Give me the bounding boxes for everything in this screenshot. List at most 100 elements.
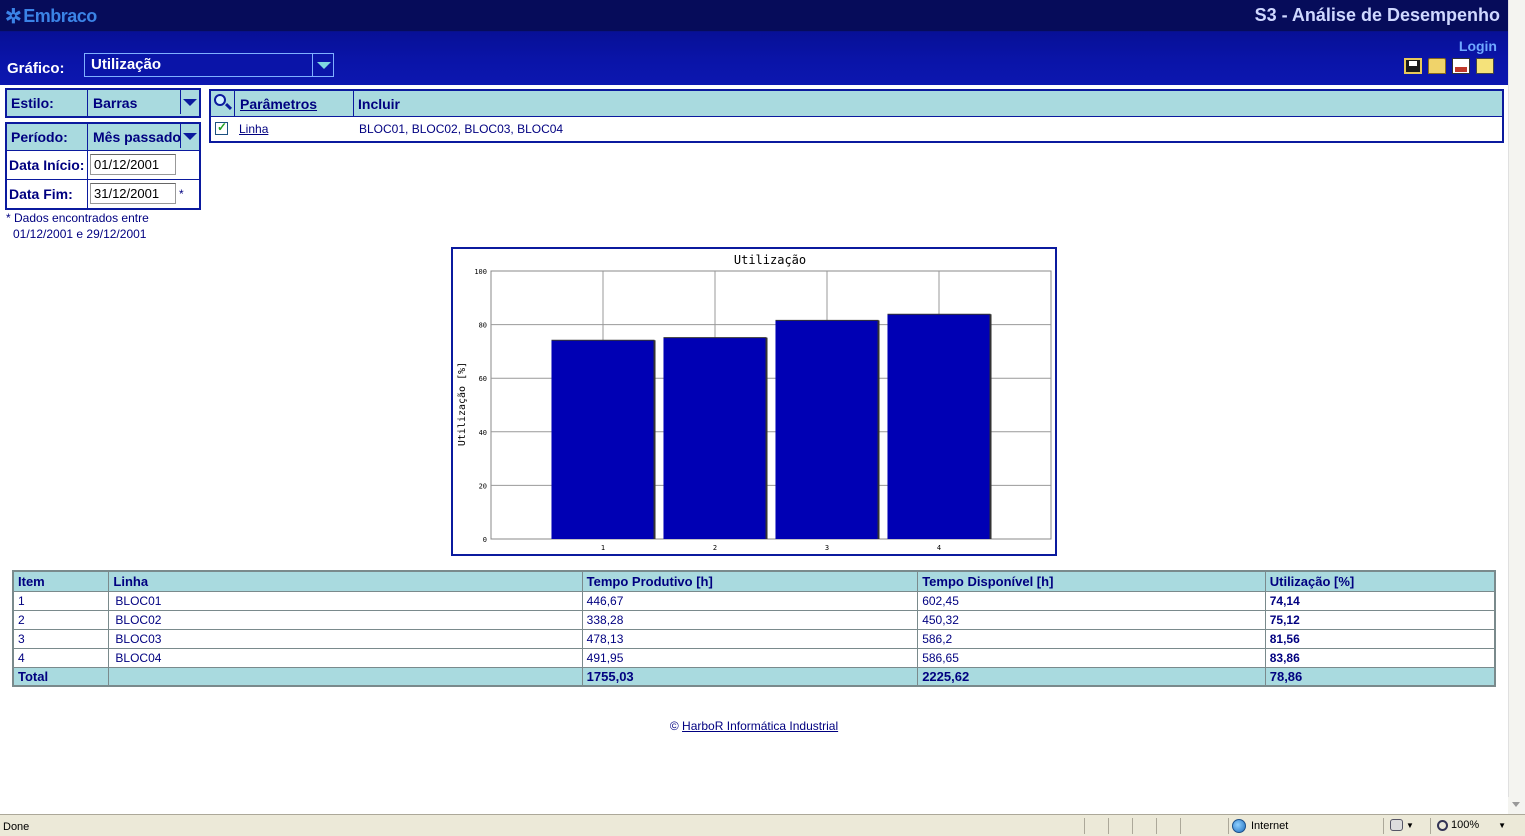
zoom-control[interactable]: 100% ▼: [1437, 819, 1506, 831]
chevron-down-icon[interactable]: [312, 54, 333, 76]
cell-utilizacao: 75,12: [1264, 609, 1496, 630]
protected-mode[interactable]: ▼: [1390, 819, 1414, 831]
login-link[interactable]: Login: [1459, 38, 1497, 54]
table-row: 3 BLOC03 478,13 586,2 81,56: [12, 628, 1496, 649]
chevron-down-icon[interactable]: [180, 90, 199, 114]
chart-title: Utilização: [734, 253, 806, 267]
chevron-down-icon[interactable]: [180, 124, 199, 148]
parameters-table: Parâmetros Incluir Linha BLOC01, BLOC02,…: [209, 89, 1504, 143]
data-fim-row: Data Fim: 31/12/2001 *: [7, 179, 199, 208]
cell-linha: BLOC01: [108, 590, 583, 611]
footer: © HarboR Informática Industrial: [0, 719, 1508, 733]
data-note: * Dados encontrados entre 01/12/2001 e 2…: [6, 210, 149, 242]
total-utilizacao: 78,86: [1264, 666, 1496, 687]
logo-star-icon: ✲: [5, 5, 22, 28]
toolbar: [1404, 58, 1494, 74]
logo: ✲ Embraco: [5, 6, 97, 27]
security-zone[interactable]: Internet: [1232, 819, 1288, 833]
table-row: 4 BLOC04 491,95 586,65 83,86: [12, 647, 1496, 668]
x-tick-label: 1: [601, 544, 605, 552]
cell-linha: BLOC02: [108, 609, 583, 630]
estilo-label: Estilo:: [7, 90, 88, 116]
cell-item: 4: [12, 647, 110, 668]
data-inicio-label: Data Início:: [7, 151, 88, 179]
status-separator: [1132, 818, 1133, 834]
cell-item: 1: [12, 590, 110, 611]
estilo-select-value: Barras: [93, 95, 138, 111]
status-separator: [1084, 818, 1085, 834]
periodo-row: Período: Mês passado: [7, 124, 199, 150]
cell-tempo-disponivel: 586,2: [917, 628, 1266, 649]
cell-linha: BLOC04: [108, 647, 583, 668]
cell-tempo-disponivel: 602,45: [917, 590, 1266, 611]
header-utilizacao: Utilização [%]: [1264, 570, 1496, 592]
scroll-down-arrow-icon[interactable]: [1508, 797, 1525, 814]
cell-tempo-disponivel: 586,65: [917, 647, 1266, 668]
status-separator: [1156, 818, 1157, 834]
table-total-row: Total 1755,03 2225,62 78,86: [12, 666, 1496, 687]
print-icon[interactable]: [1452, 58, 1470, 74]
zoom-icon: [1437, 819, 1448, 831]
estilo-filter: Estilo: Barras: [5, 88, 201, 118]
incluir-header: Incluir: [358, 96, 401, 112]
y-tick-label: 100: [474, 268, 487, 276]
linha-link[interactable]: Linha: [235, 117, 354, 141]
logo-text: Embraco: [23, 6, 97, 26]
save-icon[interactable]: [1404, 58, 1422, 74]
y-tick-label: 20: [479, 482, 487, 490]
status-separator: [1180, 818, 1181, 834]
parameters-header: Parâmetros Incluir: [211, 91, 1502, 117]
y-tick-label: 60: [479, 375, 487, 383]
export-icon[interactable]: [1476, 58, 1494, 74]
periodo-select[interactable]: Mês passado: [88, 124, 199, 150]
parametros-header-link[interactable]: Parâmetros: [235, 91, 354, 116]
y-tick-label: 40: [479, 429, 487, 437]
cell-tempo-produtivo: 338,28: [581, 609, 919, 630]
zoom-level: 100%: [1451, 819, 1480, 831]
app-header: ✲ Embraco S3 - Análise de Desempenho Log…: [0, 0, 1508, 85]
periodo-filter: Período: Mês passado Data Início: 01/12/…: [5, 122, 201, 210]
grafico-label: Gráfico:: [7, 60, 65, 77]
cell-utilizacao: 83,86: [1264, 647, 1496, 668]
open-folder-icon[interactable]: [1428, 58, 1446, 74]
estilo-select[interactable]: Barras: [88, 90, 199, 116]
results-table-header: Item Linha Tempo Produtivo [h] Tempo Dis…: [12, 570, 1496, 592]
vertical-scrollbar[interactable]: [1508, 0, 1525, 814]
status-separator: [1228, 818, 1229, 834]
search-button[interactable]: [211, 91, 235, 116]
status-bar: Done Internet ▼ 100% ▼: [0, 814, 1525, 836]
copyright-symbol: ©: [669, 719, 679, 733]
total-label: Total: [12, 666, 110, 687]
grafico-select[interactable]: Utilização: [84, 53, 334, 77]
grafico-select-value: Utilização: [91, 56, 162, 73]
chart-y-ticks: 0 20 40 60 80 100: [474, 268, 487, 544]
data-inicio-input[interactable]: 01/12/2001: [90, 154, 176, 175]
status-text: Done: [3, 821, 30, 833]
data-fim-star: *: [179, 187, 184, 201]
browser-page: ✲ Embraco S3 - Análise de Desempenho Log…: [0, 0, 1525, 836]
total-linha: [108, 666, 583, 687]
cell-item: 2: [12, 609, 110, 630]
results-table: Item Linha Tempo Produtivo [h] Tempo Dis…: [12, 570, 1496, 687]
chevron-down-icon: ▼: [1498, 820, 1507, 830]
periodo-label: Período:: [7, 124, 88, 150]
cell-tempo-produtivo: 446,67: [581, 590, 919, 611]
app-title: S3 - Análise de Desempenho: [1254, 5, 1500, 25]
status-separator: [1430, 818, 1431, 834]
header-tempo-produtivo: Tempo Produtivo [h]: [581, 570, 919, 592]
status-separator: [1108, 818, 1109, 834]
harbor-link[interactable]: HarboR Informática Industrial: [682, 719, 838, 733]
linha-checkbox[interactable]: [215, 120, 228, 135]
linha-include-value: BLOC01, BLOC02, BLOC03, BLOC04: [359, 122, 564, 136]
cell-linha: BLOC03: [108, 628, 583, 649]
cell-utilizacao: 74,14: [1264, 590, 1496, 611]
x-tick-label: 2: [713, 544, 717, 552]
data-note-line2: 01/12/2001 e 29/12/2001: [13, 227, 147, 241]
zone-label: Internet: [1251, 820, 1289, 832]
chart-bar: [663, 337, 767, 539]
cell-tempo-produtivo: 491,95: [581, 647, 919, 668]
search-icon: [214, 94, 226, 106]
globe-icon: [1232, 819, 1246, 833]
data-fim-input[interactable]: 31/12/2001: [90, 183, 176, 204]
table-row: 1 BLOC01 446,67 602,45 74,14: [12, 590, 1496, 611]
